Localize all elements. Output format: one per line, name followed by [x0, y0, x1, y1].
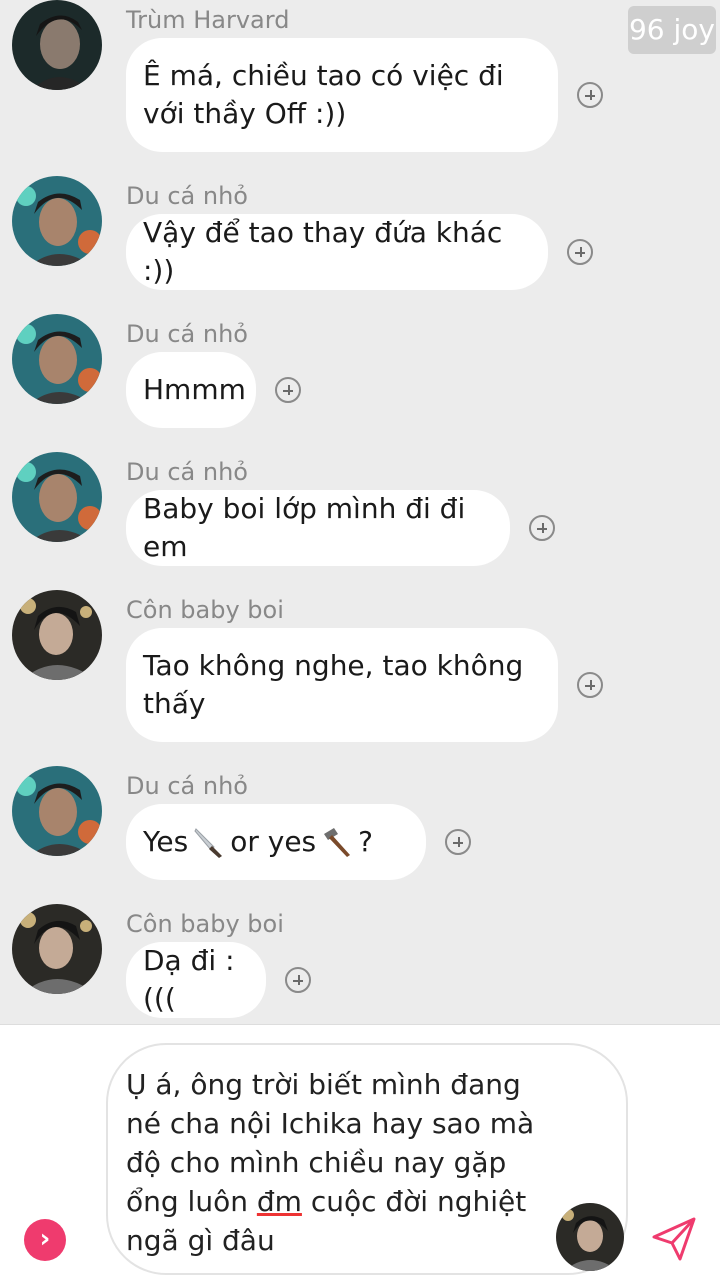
message-bubble[interactable]: Ê má, chiều tao có việc đi với thầy Off …	[126, 38, 558, 152]
message-text-question: ?	[358, 825, 374, 858]
message-text-yes: Yes	[143, 825, 189, 858]
message-bubble[interactable]: Baby boi lớp mình đi đi em	[126, 490, 510, 566]
sender-name: Côn baby boi	[126, 596, 284, 624]
avatar[interactable]	[12, 0, 102, 90]
hammer-emoji-icon	[324, 828, 351, 857]
sender-name: Du cá nhỏ	[126, 182, 248, 210]
watermark: 96 joy	[628, 6, 716, 54]
avatar[interactable]	[556, 1203, 624, 1271]
chevron-right-icon[interactable]: ›	[24, 1219, 66, 1261]
message-bubble[interactable]: Yes or yes ?	[126, 804, 426, 880]
avatar[interactable]	[12, 766, 102, 856]
message-bubble[interactable]: Tao không nghe, tao không thấy	[126, 628, 558, 742]
sender-name: Côn baby boi	[126, 910, 284, 938]
knife-emoji-icon	[194, 828, 223, 858]
message-text-or-yes: or yes	[230, 825, 317, 858]
add-reaction-icon[interactable]	[285, 967, 311, 993]
sender-name: Du cá nhỏ	[126, 772, 248, 800]
add-reaction-icon[interactable]	[577, 672, 603, 698]
avatar[interactable]	[12, 590, 102, 680]
add-reaction-icon[interactable]	[567, 239, 593, 265]
sender-name: Du cá nhỏ	[126, 458, 248, 486]
chat-thread: 96 joy Trùm Harvard Ê má, chiều tao có v…	[0, 0, 720, 1024]
message-text: Hmmm	[143, 373, 246, 406]
avatar[interactable]	[12, 314, 102, 404]
message-text: Tao không nghe, tao không thấy	[143, 649, 524, 720]
message-text: Dạ đi :(((	[143, 944, 235, 1015]
message-text: Vậy để tao thay đứa khác :))	[143, 216, 503, 287]
add-reaction-icon[interactable]	[577, 82, 603, 108]
add-reaction-icon[interactable]	[445, 829, 471, 855]
message-bubble[interactable]: Dạ đi :(((	[126, 942, 266, 1018]
send-icon[interactable]	[650, 1215, 698, 1263]
avatar[interactable]	[12, 904, 102, 994]
avatar[interactable]	[12, 176, 102, 266]
message-text: Ê má, chiều tao có việc đi với thầy Off …	[143, 59, 504, 130]
composer: › Ụ á, ông trời biết mình đang né cha nộ…	[0, 1024, 720, 1280]
avatar[interactable]	[12, 452, 102, 542]
message-text: Baby boi lớp mình đi đi em	[143, 492, 466, 563]
add-reaction-icon[interactable]	[275, 377, 301, 403]
sender-name: Du cá nhỏ	[126, 320, 248, 348]
message-input-text[interactable]: Ụ á, ông trời biết mình đang né cha nội …	[126, 1065, 546, 1260]
composer-text-underlined: đm	[256, 1185, 302, 1218]
message-bubble[interactable]: Hmmm	[126, 352, 256, 428]
add-reaction-icon[interactable]	[529, 515, 555, 541]
message-bubble[interactable]: Vậy để tao thay đứa khác :))	[126, 214, 548, 290]
sender-name: Trùm Harvard	[126, 6, 290, 34]
